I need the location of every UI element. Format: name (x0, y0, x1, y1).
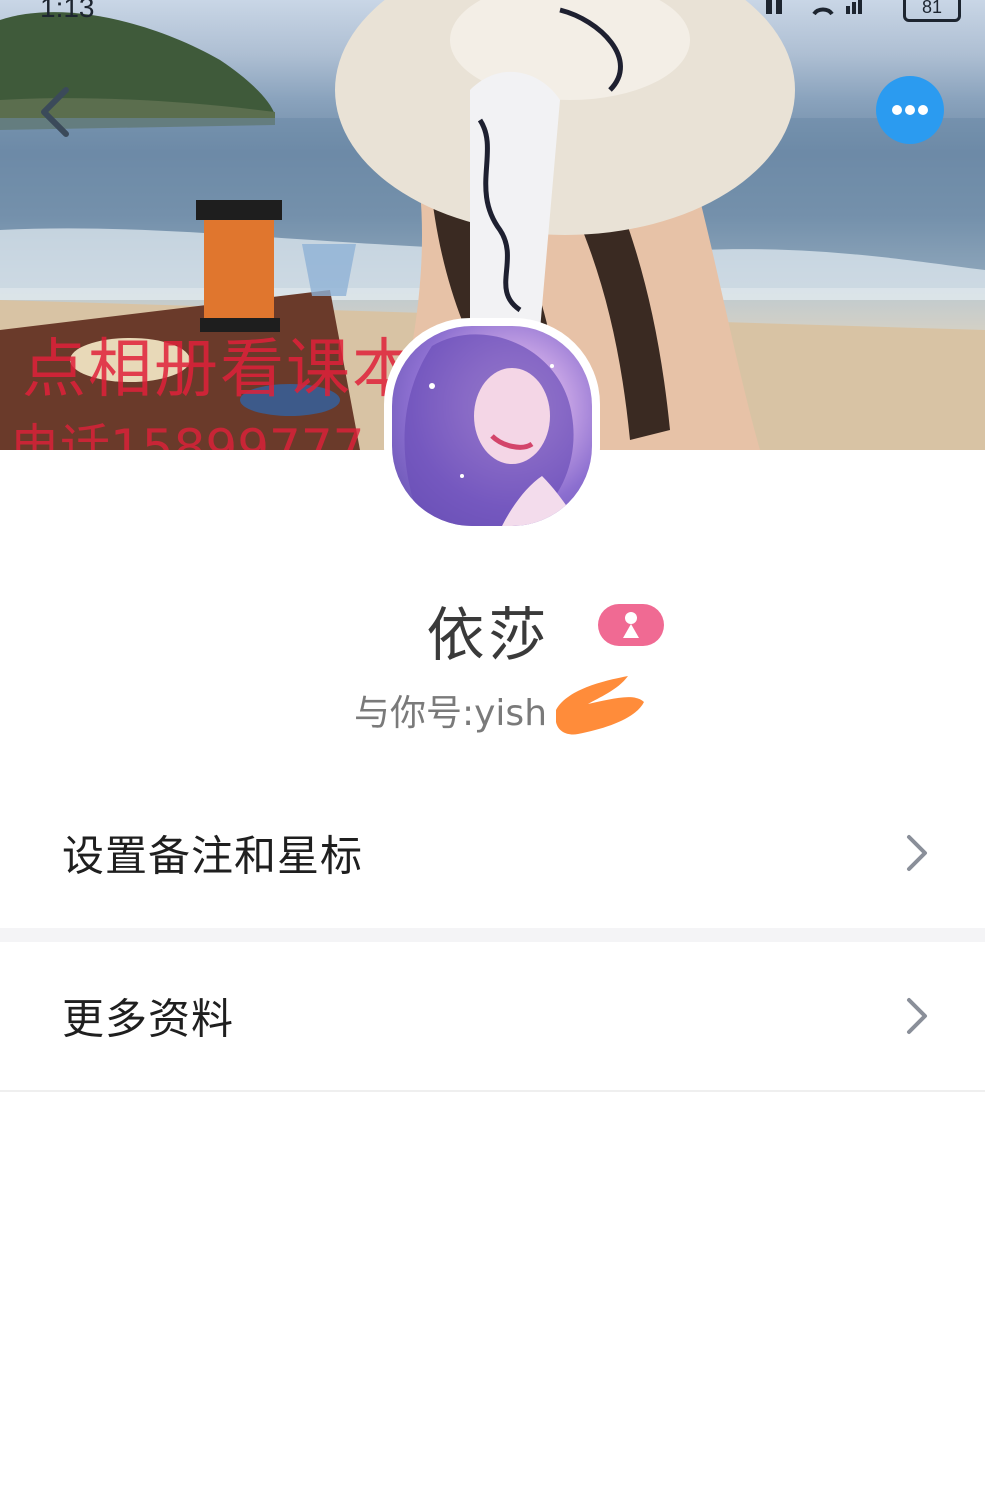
status-time: 1:13 (40, 0, 95, 23)
avatar[interactable] (384, 318, 600, 534)
female-icon (623, 612, 639, 638)
gender-badge (598, 604, 664, 646)
chevron-right-icon (907, 835, 927, 871)
ellipsis-icon (892, 105, 928, 115)
watermark-line1: 点相册看课本 (22, 333, 418, 407)
watermark-line2: 电话15899777 (10, 419, 365, 450)
section-gap (0, 928, 985, 942)
battery-icon: 81 (903, 0, 961, 22)
set-remark-and-star-item[interactable]: 设置备注和星标 (0, 778, 985, 928)
set-remark-and-star-label: 设置备注和星标 (62, 831, 364, 881)
profile-name: 依莎 (0, 588, 985, 672)
chevron-left-icon (41, 87, 69, 137)
signal-icon (766, 0, 862, 16)
status-bar: 1:13 81 (0, 0, 985, 24)
redaction-mark (556, 676, 644, 735)
account-id: 与你号:yish (354, 693, 548, 734)
avatar-image (392, 326, 592, 526)
back-button[interactable] (36, 84, 76, 140)
chevron-right-icon (907, 998, 927, 1034)
profile-name-text: 依莎 (426, 601, 551, 669)
more-options-button[interactable] (876, 76, 944, 144)
divider (0, 1090, 985, 1092)
more-info-item[interactable]: 更多资料 (0, 942, 985, 1090)
more-info-label: 更多资料 (62, 994, 235, 1044)
